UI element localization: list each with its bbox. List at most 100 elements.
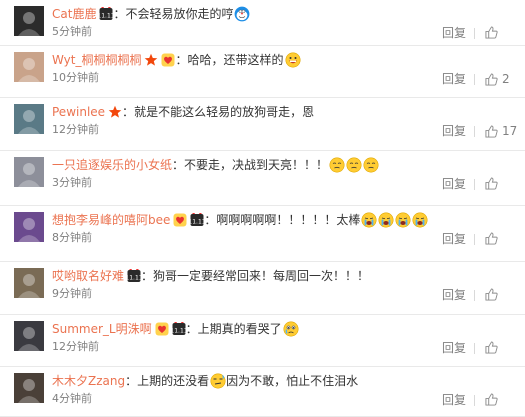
colon: ： [204, 213, 217, 227]
username-link[interactable]: Wyt_桐桐桐桐桐 [52, 51, 141, 69]
username-link[interactable]: 哎哟取名好难 [52, 267, 124, 285]
comment-line: 哎哟取名好难 11.11：狗哥一定要经常回来！每周回一次！！！ [52, 267, 369, 285]
username-link[interactable]: 木木夕Zzang [52, 372, 125, 390]
vip-11-11-icon[interactable]: 11.11 [170, 321, 187, 336]
action-divider [474, 395, 475, 406]
colon: ： [113, 7, 126, 21]
username-link[interactable]: 一只追逐娱乐的小女纸 [52, 156, 172, 174]
colon: ： [185, 322, 198, 336]
avatar[interactable] [14, 268, 44, 298]
verified-star-icon[interactable] [144, 53, 158, 67]
timestamp: 12分钟前 [52, 123, 99, 136]
comment-item: Summer_L明洙啊 11.11：上期真的看哭了 12分钟前 回复 [0, 315, 525, 367]
awkward-emoji-icon [210, 373, 226, 389]
like-button[interactable] [485, 393, 502, 406]
comment-item: 想抱李易峰的嘻阿bee 11.11：啊啊啊啊啊！！！！！太棒 8分钟前 回复 [0, 206, 525, 262]
thumbs-up-icon [485, 341, 502, 354]
reply-button[interactable]: 回复 [442, 341, 466, 355]
colon: ： [172, 158, 185, 172]
comment-line: 一只追逐娱乐的小女纸：不要走，决战到天亮！！！ [52, 156, 379, 174]
comment-line: 想抱李易峰的嘻阿bee 11.11：啊啊啊啊啊！！！！！太棒 [52, 211, 428, 229]
like-button[interactable] [485, 232, 502, 245]
reply-button[interactable]: 回复 [442, 124, 466, 138]
comment-line: Cat鹿鹿 11.11：不会轻易放你走的哼 [52, 5, 250, 23]
avatar[interactable] [14, 321, 44, 351]
member-heart-icon[interactable] [173, 213, 187, 227]
timestamp: 3分钟前 [52, 176, 92, 189]
svg-text:11.11: 11.11 [127, 275, 141, 282]
member-heart-icon[interactable] [155, 322, 169, 336]
comment-line: Wyt_桐桐桐桐桐 ：哈哈，还带这样的 [52, 51, 301, 69]
like-count: 17 [502, 124, 518, 138]
like-button[interactable] [485, 177, 502, 190]
comment-text: 上期的还没看 [137, 374, 210, 388]
colon: ： [175, 53, 188, 67]
cry-emoji-icon [412, 212, 428, 228]
comment-line: 木木夕Zzang：上期的还没看 因为不敢，怕止不住泪水 [52, 372, 358, 390]
timestamp: 8分钟前 [52, 231, 92, 244]
comment-item: 哎哟取名好难 11.11：狗哥一定要经常回来！每周回一次！！！ 9分钟前 回复 [0, 262, 525, 315]
avatar[interactable] [14, 373, 44, 403]
sad-face-emoji-icon [329, 157, 345, 173]
reply-button[interactable]: 回复 [442, 288, 466, 302]
reply-button[interactable]: 回复 [442, 72, 466, 86]
thumbs-up-icon [485, 177, 502, 190]
svg-text:11.11: 11.11 [172, 328, 186, 335]
thumbs-up-icon [485, 124, 502, 138]
cry-emoji-icon [378, 212, 394, 228]
avatar[interactable] [14, 52, 44, 82]
like-button[interactable]: 2 [485, 72, 510, 86]
avatar[interactable] [14, 104, 44, 134]
reply-button[interactable]: 回复 [442, 393, 466, 407]
vip-11-11-icon[interactable]: 11.11 [98, 6, 115, 21]
colon: ： [141, 269, 154, 283]
avatar[interactable] [14, 6, 44, 36]
vip-11-11-icon[interactable]: 11.11 [125, 268, 143, 283]
timestamp: 4分钟前 [52, 392, 92, 405]
like-button[interactable] [485, 288, 502, 301]
username-link[interactable]: Summer_L明洙啊 [52, 320, 152, 338]
cry-emoji-icon [395, 212, 411, 228]
username-link[interactable]: Pewinlee [52, 103, 105, 121]
comment-item: 木木夕Zzang：上期的还没看 因为不敢，怕止不住泪水 4分钟前 回复 [0, 367, 525, 417]
action-divider [474, 28, 475, 39]
timestamp: 9分钟前 [52, 287, 92, 300]
colon: ： [125, 374, 138, 388]
reply-button[interactable]: 回复 [442, 26, 466, 40]
comment-text: 啊啊啊啊啊！！！！！太棒 [216, 213, 361, 227]
comment-item: Cat鹿鹿 11.11：不会轻易放你走的哼 5分钟前 回复 [0, 0, 525, 46]
username-link[interactable]: 想抱李易峰的嘻阿bee [52, 211, 170, 229]
comment-text: 哈哈，还带这样的 [187, 53, 284, 67]
avatar[interactable] [14, 157, 44, 187]
action-divider [474, 234, 475, 245]
member-heart-icon[interactable] [161, 53, 175, 67]
thumbs-up-icon [485, 26, 502, 39]
grin-emoji-icon [285, 52, 301, 68]
cry-emoji-icon [361, 212, 377, 228]
like-button[interactable] [485, 341, 502, 354]
timestamp: 12分钟前 [52, 340, 99, 353]
action-divider [474, 179, 475, 190]
thumbs-up-icon [485, 288, 502, 301]
verified-star-icon[interactable] [108, 105, 122, 119]
thumbs-up-icon [485, 393, 502, 406]
username-link[interactable]: Cat鹿鹿 [52, 5, 96, 23]
reply-button[interactable]: 回复 [442, 177, 466, 191]
svg-text:11.11: 11.11 [99, 13, 113, 20]
comment-line: Pewinlee ：就是不能这么轻易的放狗哥走，恩 [52, 103, 314, 121]
comment-item: Pewinlee ：就是不能这么轻易的放狗哥走，恩 12分钟前 回复 17 [0, 98, 525, 151]
reply-button[interactable]: 回复 [442, 232, 466, 246]
like-button[interactable] [485, 26, 502, 39]
comment-text: 上期真的看哭了 [197, 322, 282, 336]
sad-face-emoji-icon [363, 157, 379, 173]
timestamp: 10分钟前 [52, 71, 99, 84]
comment-text: 狗哥一定要经常回来！每周回一次！！！ [153, 269, 370, 283]
like-button[interactable]: 17 [485, 124, 517, 138]
tears-emoji-icon [283, 321, 299, 337]
comment-list: Cat鹿鹿 11.11：不会轻易放你走的哼 5分钟前 回复 Wyt_桐桐桐桐桐：哈哈，还… [0, 0, 525, 417]
comment-line: Summer_L明洙啊 11.11：上期真的看哭了 [52, 320, 299, 338]
avatar[interactable] [14, 212, 44, 242]
action-divider [474, 343, 475, 354]
sad-face-emoji-icon [346, 157, 362, 173]
vip-11-11-icon[interactable]: 11.11 [189, 212, 206, 227]
